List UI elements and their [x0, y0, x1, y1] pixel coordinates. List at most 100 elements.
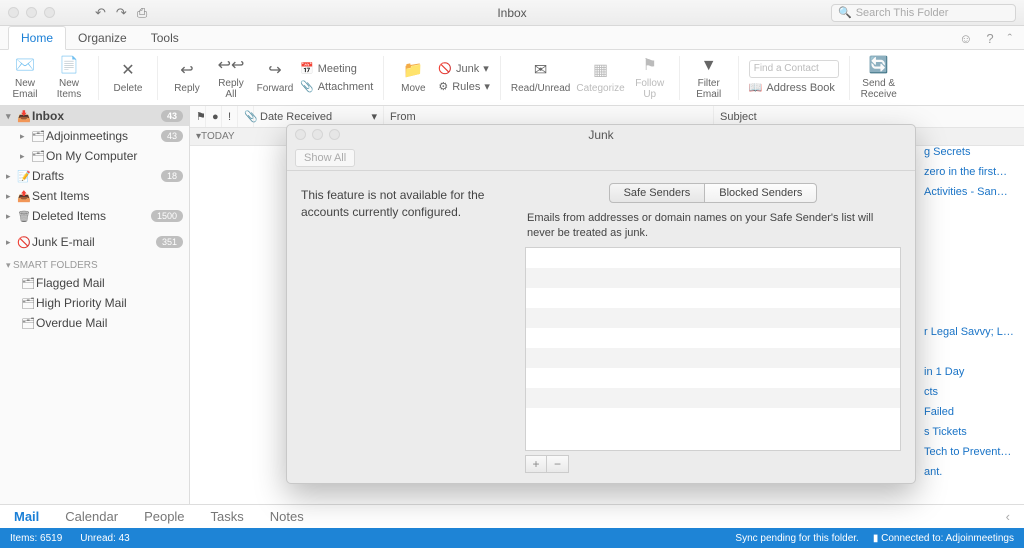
meeting-icon: 📅: [300, 62, 314, 75]
close-window-icon[interactable]: [8, 7, 19, 18]
print-icon[interactable]: ⎙: [137, 5, 147, 21]
tab-blocked-senders[interactable]: Blocked Senders: [705, 183, 817, 203]
delete-button[interactable]: ✕Delete: [109, 54, 147, 102]
dialog-minimize-icon[interactable]: [312, 129, 323, 140]
categorize-icon: ▦: [589, 61, 613, 81]
message-row[interactable]: zero in the first…: [924, 166, 1024, 186]
sidebar-item-overdue[interactable]: 🗂Overdue Mail: [0, 313, 189, 333]
sidebar-item-junk[interactable]: ▸🚫Junk E-mail351: [0, 232, 189, 252]
feature-unavailable-text: This feature is not available for the ac…: [301, 183, 511, 473]
meeting-button[interactable]: 📅Meeting: [300, 61, 373, 77]
message-row[interactable]: in 1 Day: [924, 366, 1024, 386]
sidebar-item-inbox[interactable]: ▾📥Inbox43: [0, 106, 189, 126]
emoji-icon[interactable]: ☺: [959, 31, 972, 46]
junk-preferences-dialog: Junk Show All This feature is not availa…: [286, 124, 916, 484]
redo-icon[interactable]: ↷: [116, 5, 127, 21]
move-icon: 📁: [401, 61, 425, 81]
folder-icon: 🗂: [30, 130, 46, 143]
forward-button[interactable]: ↪Forward: [256, 54, 294, 102]
status-connection: ▮ Connected to: Adjoinmeetings: [873, 533, 1014, 544]
read-unread-button[interactable]: ✉Read/Unread: [511, 54, 570, 102]
reply-all-button[interactable]: ↩↩Reply All: [212, 54, 250, 102]
col-flag-icon[interactable]: ⚑: [190, 106, 206, 127]
safe-senders-description: Emails from addresses or domain names on…: [527, 211, 899, 241]
collapse-ribbon-icon[interactable]: ˆ: [1008, 31, 1012, 46]
col-status-icon[interactable]: ●: [206, 106, 222, 127]
sidebar-item-on-my-computer[interactable]: ▸🗂On My Computer: [0, 146, 189, 166]
book-icon: 📖: [749, 81, 763, 94]
message-row[interactable]: cts: [924, 386, 1024, 406]
zoom-window-icon[interactable]: [44, 7, 55, 18]
status-items: Items: 6519: [10, 533, 62, 544]
nav-mail[interactable]: Mail: [14, 509, 39, 524]
sidebar-item-high-priority[interactable]: 🗂High Priority Mail: [0, 293, 189, 313]
reply-all-icon: ↩↩: [219, 56, 243, 76]
send-receive-button[interactable]: 🔄Send & Receive: [860, 54, 898, 102]
undo-icon[interactable]: ↶: [95, 5, 106, 21]
move-button[interactable]: 📁Move: [394, 54, 432, 102]
sidebar-item-sent[interactable]: ▸📤Sent Items: [0, 186, 189, 206]
new-items-icon: 📄: [57, 56, 81, 76]
categorize-button[interactable]: ▦Categorize: [576, 54, 624, 102]
chevron-left-icon[interactable]: ‹: [1006, 509, 1010, 524]
message-row[interactable]: s Tickets: [924, 426, 1024, 446]
junk-button[interactable]: 🚫Junk▾: [438, 61, 490, 77]
forward-icon: ↪: [263, 61, 287, 81]
dialog-title: Junk: [588, 128, 613, 142]
sidebar-item-adjoinmeetings[interactable]: ▸🗂Adjoinmeetings43: [0, 126, 189, 146]
filter-icon: ▼: [697, 56, 721, 76]
search-input[interactable]: 🔍 Search This Folder: [831, 4, 1016, 22]
tab-safe-senders[interactable]: Safe Senders: [609, 183, 706, 203]
tab-home[interactable]: Home: [8, 26, 66, 50]
attachment-icon: 📎: [300, 80, 314, 93]
reply-icon: ↩: [175, 61, 199, 81]
search-placeholder: Search This Folder: [856, 7, 949, 19]
reply-button[interactable]: ↩Reply: [168, 54, 206, 102]
sidebar-item-drafts[interactable]: ▸📝Drafts18: [0, 166, 189, 186]
remove-sender-button[interactable]: −: [547, 455, 569, 473]
chevron-down-icon: ▾: [483, 62, 489, 75]
tab-tools[interactable]: Tools: [139, 27, 191, 49]
sidebar-item-flagged[interactable]: 🗂Flagged Mail: [0, 273, 189, 293]
address-book-button[interactable]: 📖Address Book: [749, 80, 839, 96]
show-all-button[interactable]: Show All: [295, 149, 355, 167]
nav-people[interactable]: People: [144, 509, 184, 524]
help-icon[interactable]: ?: [986, 31, 993, 46]
ribbon: ✉️New Email 📄New Items ✕Delete ↩Reply ↩↩…: [0, 50, 1024, 106]
inbox-icon: 📥: [16, 110, 32, 123]
nav-tasks[interactable]: Tasks: [211, 509, 244, 524]
sync-icon: 🔄: [867, 56, 891, 76]
add-sender-button[interactable]: +: [525, 455, 547, 473]
message-row[interactable]: ant.: [924, 466, 1024, 486]
sidebar-item-deleted[interactable]: ▸🗑Deleted Items1500: [0, 206, 189, 226]
tab-organize[interactable]: Organize: [66, 27, 139, 49]
module-switcher: Mail Calendar People Tasks Notes ‹: [0, 504, 1024, 528]
col-importance-icon[interactable]: !: [222, 106, 238, 127]
sender-tabs: Safe Senders Blocked Senders: [525, 183, 901, 203]
rules-button[interactable]: ⚙Rules▾: [438, 79, 490, 95]
message-row[interactable]: g Secrets: [924, 146, 1024, 166]
safe-senders-list[interactable]: [525, 247, 901, 451]
col-attachment-icon[interactable]: 📎: [238, 106, 254, 127]
status-unread: Unread: 43: [80, 533, 129, 544]
folder-sidebar: ▾📥Inbox43 ▸🗂Adjoinmeetings43 ▸🗂On My Com…: [0, 106, 190, 504]
dialog-close-icon[interactable]: [295, 129, 306, 140]
flag-icon: ⚑: [638, 56, 662, 76]
nav-calendar[interactable]: Calendar: [65, 509, 118, 524]
new-items-button[interactable]: 📄New Items: [50, 54, 88, 102]
folder-icon: 🗂: [20, 317, 36, 330]
dialog-zoom-icon[interactable]: [329, 129, 340, 140]
nav-notes[interactable]: Notes: [270, 509, 304, 524]
minimize-window-icon[interactable]: [26, 7, 37, 18]
message-row[interactable]: Activities - San…: [924, 186, 1024, 206]
find-contact-input[interactable]: Find a Contact: [749, 60, 839, 78]
ribbon-tabs: Home Organize Tools ☺ ? ˆ: [0, 26, 1024, 50]
message-row[interactable]: r Legal Savvy; L…: [924, 326, 1024, 346]
message-row[interactable]: Failed: [924, 406, 1024, 426]
message-row[interactable]: Tech to Prevent…: [924, 446, 1024, 466]
filter-email-button[interactable]: ▼Filter Email: [690, 54, 728, 102]
attachment-button[interactable]: 📎Attachment: [300, 79, 373, 95]
follow-up-button[interactable]: ⚑Follow Up: [631, 54, 669, 102]
delete-icon: ✕: [116, 61, 140, 81]
new-email-button[interactable]: ✉️New Email: [6, 54, 44, 102]
